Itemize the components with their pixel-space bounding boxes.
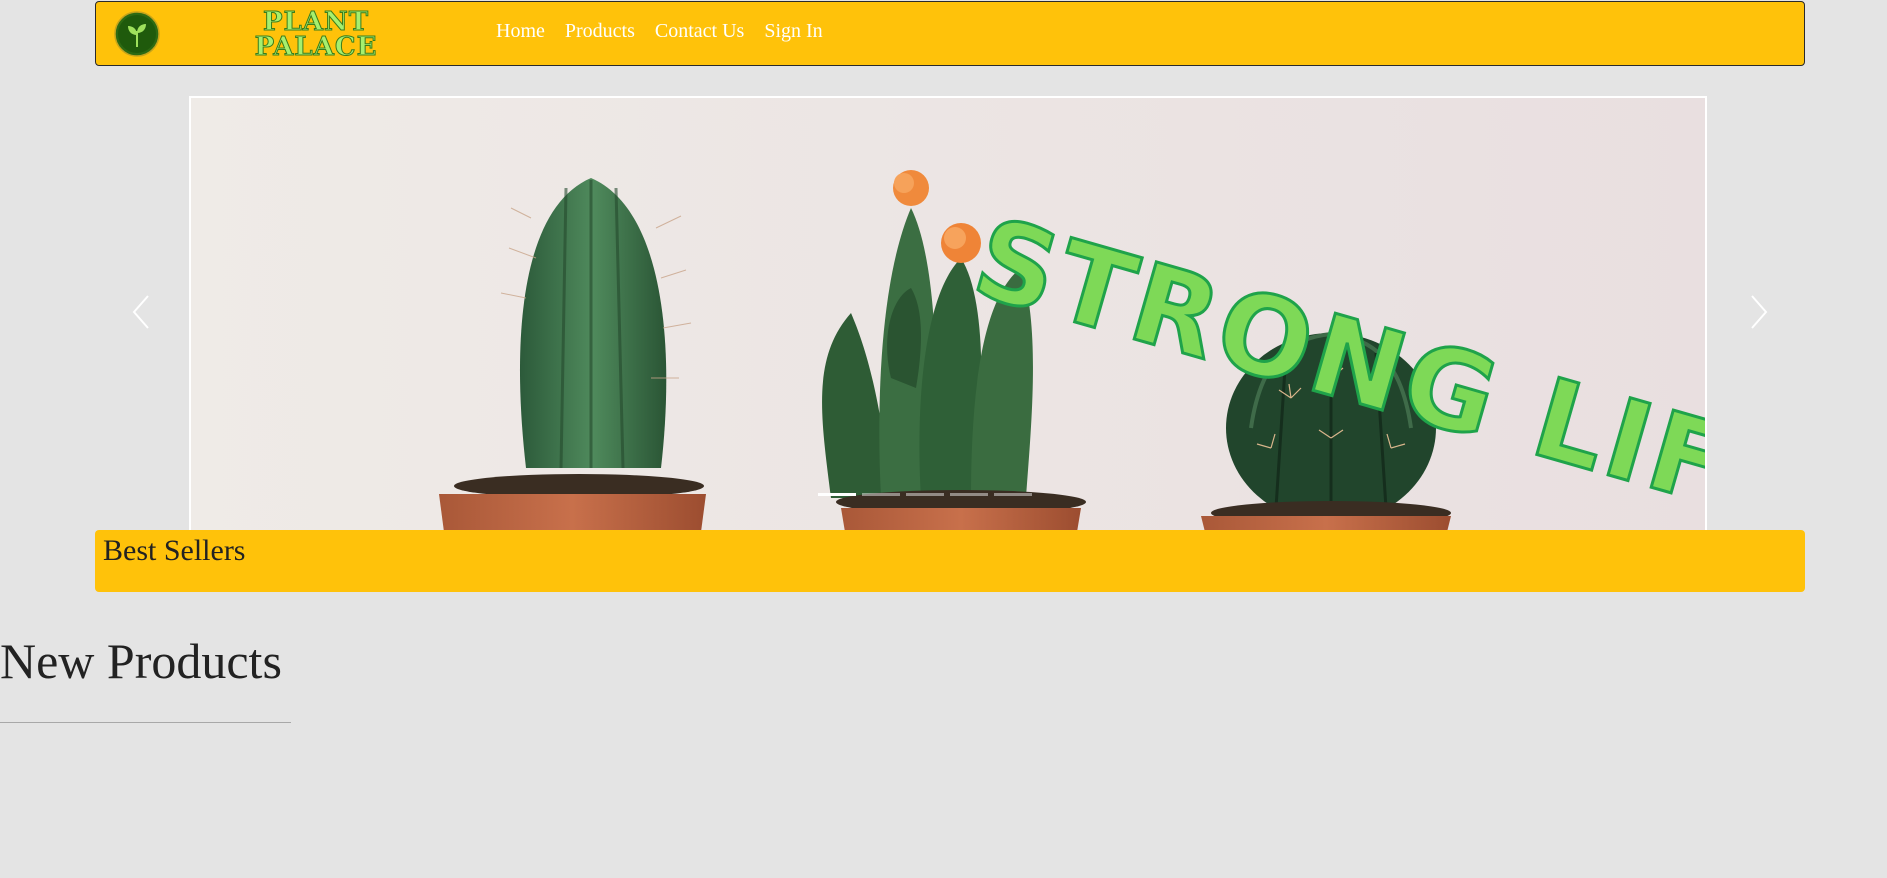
- chevron-left-icon: [132, 295, 149, 329]
- navbar: PLANT PALACE Home Products Contact Us Si…: [95, 1, 1805, 66]
- carousel-indicators: [818, 493, 1032, 496]
- chevron-right-icon: [1751, 295, 1768, 329]
- best-sellers-section: Best Sellers: [95, 530, 1805, 592]
- hero-carousel: STRONG LIFE!: [189, 96, 1707, 530]
- section-divider: [0, 722, 291, 723]
- carousel-indicator-5[interactable]: [994, 493, 1032, 496]
- carousel-next-arrow[interactable]: [1742, 292, 1772, 332]
- carousel-prev-arrow[interactable]: [128, 292, 158, 332]
- carousel-indicator-2[interactable]: [862, 493, 900, 496]
- sprout-icon[interactable]: [114, 11, 160, 57]
- new-products-heading: New Products: [0, 633, 282, 689]
- brand-line-2: PALACE: [254, 32, 378, 62]
- nav-link-products[interactable]: Products: [565, 20, 635, 43]
- nav-link-contact-us[interactable]: Contact Us: [655, 20, 744, 43]
- carousel-indicator-3[interactable]: [906, 493, 944, 496]
- carousel-indicator-1[interactable]: [818, 493, 856, 496]
- carousel-indicator-4[interactable]: [950, 493, 988, 496]
- best-sellers-heading: Best Sellers: [103, 534, 246, 567]
- nav-link-home[interactable]: Home: [496, 20, 545, 43]
- main-nav: Home Products Contact Us Sign In: [496, 20, 823, 43]
- cactus-slide-image: STRONG LIFE!: [191, 98, 1705, 530]
- nav-link-sign-in[interactable]: Sign In: [764, 20, 822, 43]
- brand-logo-text[interactable]: PLANT PALACE: [236, 9, 396, 62]
